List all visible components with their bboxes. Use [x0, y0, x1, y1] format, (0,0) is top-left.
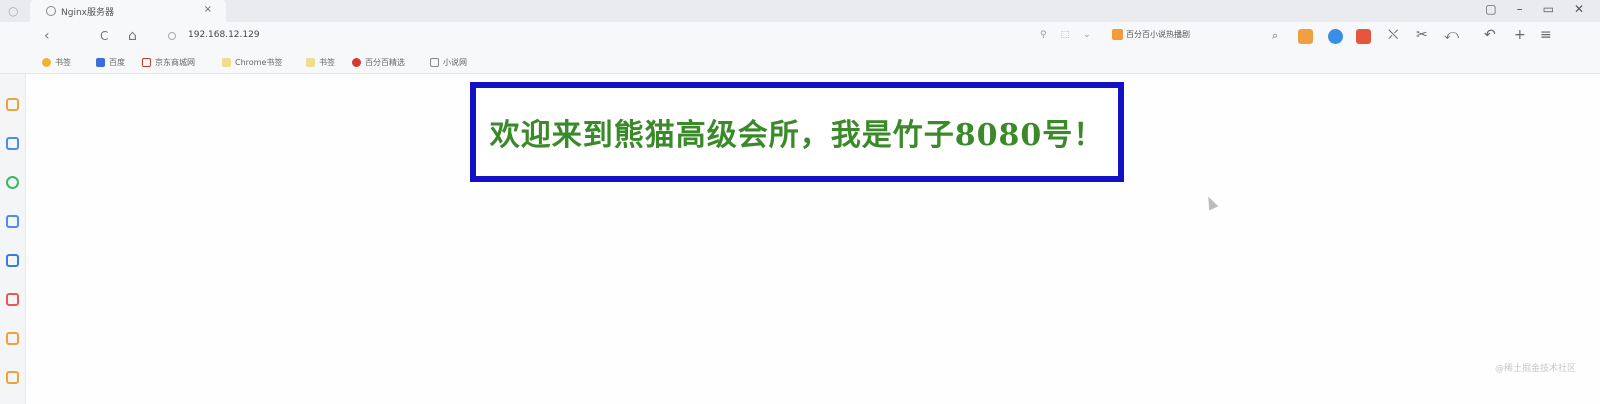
bookmark-label: 京东商城网: [155, 58, 195, 67]
weibo-icon[interactable]: [6, 293, 19, 306]
bookmark-item[interactable]: 小说网: [430, 57, 467, 68]
search-engine-label: 百分百小说热播剧: [1126, 30, 1190, 39]
star-icon: [42, 58, 51, 67]
window-menu-icon[interactable]: ○: [8, 4, 18, 18]
tab-close-icon[interactable]: ×: [204, 4, 212, 15]
address-actions: ⚲ ⬚ ⌄: [1040, 30, 1091, 40]
bookmark-item[interactable]: 书签: [306, 57, 335, 68]
tab-strip: ○ Nginx服务器 × ▢ – ▭ ✕: [0, 0, 1600, 22]
app-icon[interactable]: [6, 215, 19, 228]
baidu-icon: [96, 58, 105, 67]
mouse-cursor-icon: [1203, 194, 1219, 211]
bookmark-label: 小说网: [443, 58, 467, 67]
jd-icon: [142, 58, 151, 67]
search-engine-selector[interactable]: 百分百小说热播剧: [1112, 29, 1190, 40]
grid-icon: [430, 58, 439, 67]
bookmark-item[interactable]: 百度: [96, 57, 125, 68]
menu-icon[interactable]: ≡: [1540, 27, 1552, 43]
dropdown-icon[interactable]: ⌄: [1083, 30, 1091, 40]
restore-icon[interactable]: ▢: [1485, 2, 1496, 16]
mail-icon[interactable]: [6, 254, 19, 267]
search-icon[interactable]: ⌕: [1272, 29, 1278, 43]
search-engine-logo-icon: [1112, 29, 1123, 40]
calendar-icon[interactable]: [6, 332, 19, 345]
bookmark-label: 书签: [55, 58, 71, 67]
favorites-icon[interactable]: [6, 98, 19, 111]
tab-nginx[interactable]: Nginx服务器 ×: [30, 0, 226, 22]
minimize-icon[interactable]: –: [1517, 2, 1523, 16]
welcome-box: 欢迎来到熊猫高级会所，我是竹子8080号！: [470, 82, 1124, 182]
bookmarks-bar: 书签 百度 京东商城网 Chrome书签 书签 百分百精选 小说网: [0, 52, 1600, 74]
back-icon[interactable]: ‹: [44, 28, 50, 44]
reader-icon[interactable]: ⬚: [1061, 30, 1070, 40]
bookmark-item[interactable]: 书签: [42, 57, 71, 68]
bookmark-label: 书签: [319, 58, 335, 67]
maximize-icon[interactable]: ▭: [1543, 2, 1554, 16]
bookmark-label: 百度: [109, 58, 125, 67]
folder-icon: [306, 58, 315, 67]
tab-title: Nginx服务器: [61, 7, 114, 18]
bookmark-label: 百分百精选: [365, 58, 405, 67]
browser-window: ○ Nginx服务器 × ▢ – ▭ ✕ ‹ C ⌂ ⚲ ⬚ ⌄ 百分百小说热播…: [0, 0, 1600, 404]
bookmark-item[interactable]: Chrome书签: [222, 57, 282, 68]
extension-red-icon[interactable]: [1356, 29, 1371, 44]
screenshot-icon[interactable]: ✂: [1416, 27, 1428, 43]
bookmark-item[interactable]: 京东商城网: [142, 57, 195, 68]
extension-chat-icon[interactable]: [1328, 29, 1343, 44]
red-circle-icon: [352, 58, 361, 67]
side-toolbar: [0, 74, 26, 404]
undo-icon[interactable]: ⤺: [1444, 27, 1459, 43]
download-icon[interactable]: [6, 371, 19, 384]
wechat-icon[interactable]: [6, 176, 19, 189]
folder-icon: [222, 58, 231, 67]
info-icon[interactable]: [168, 32, 176, 40]
bookmark-label: Chrome书签: [235, 58, 283, 67]
home-icon[interactable]: ⌂: [128, 28, 137, 44]
extension-game-icon[interactable]: [1298, 29, 1313, 44]
navigation-bar: ‹ C ⌂ ⚲ ⬚ ⌄ 百分百小说热播剧 ⌕ ⛌ ✂ ⤺ ↶ + ≡: [0, 22, 1600, 52]
watermark: @稀土掘金技术社区: [1494, 364, 1576, 374]
bookmark-item[interactable]: 百分百精选: [352, 57, 405, 68]
refresh-icon[interactable]: C: [100, 29, 108, 43]
block-icon[interactable]: ⛌: [1388, 27, 1398, 43]
key-icon[interactable]: ⚲: [1040, 30, 1047, 40]
history-icon[interactable]: ↶: [1484, 27, 1496, 43]
welcome-heading: 欢迎来到熊猫高级会所，我是竹子8080号！: [489, 118, 1105, 153]
globe-icon: [46, 6, 56, 16]
new-tab-icon[interactable]: +: [1514, 27, 1526, 43]
close-window-icon[interactable]: ✕: [1574, 2, 1584, 16]
window-controls: ▢ – ▭ ✕: [1485, 2, 1584, 16]
address-input[interactable]: [188, 30, 588, 40]
notes-icon[interactable]: [6, 137, 19, 150]
